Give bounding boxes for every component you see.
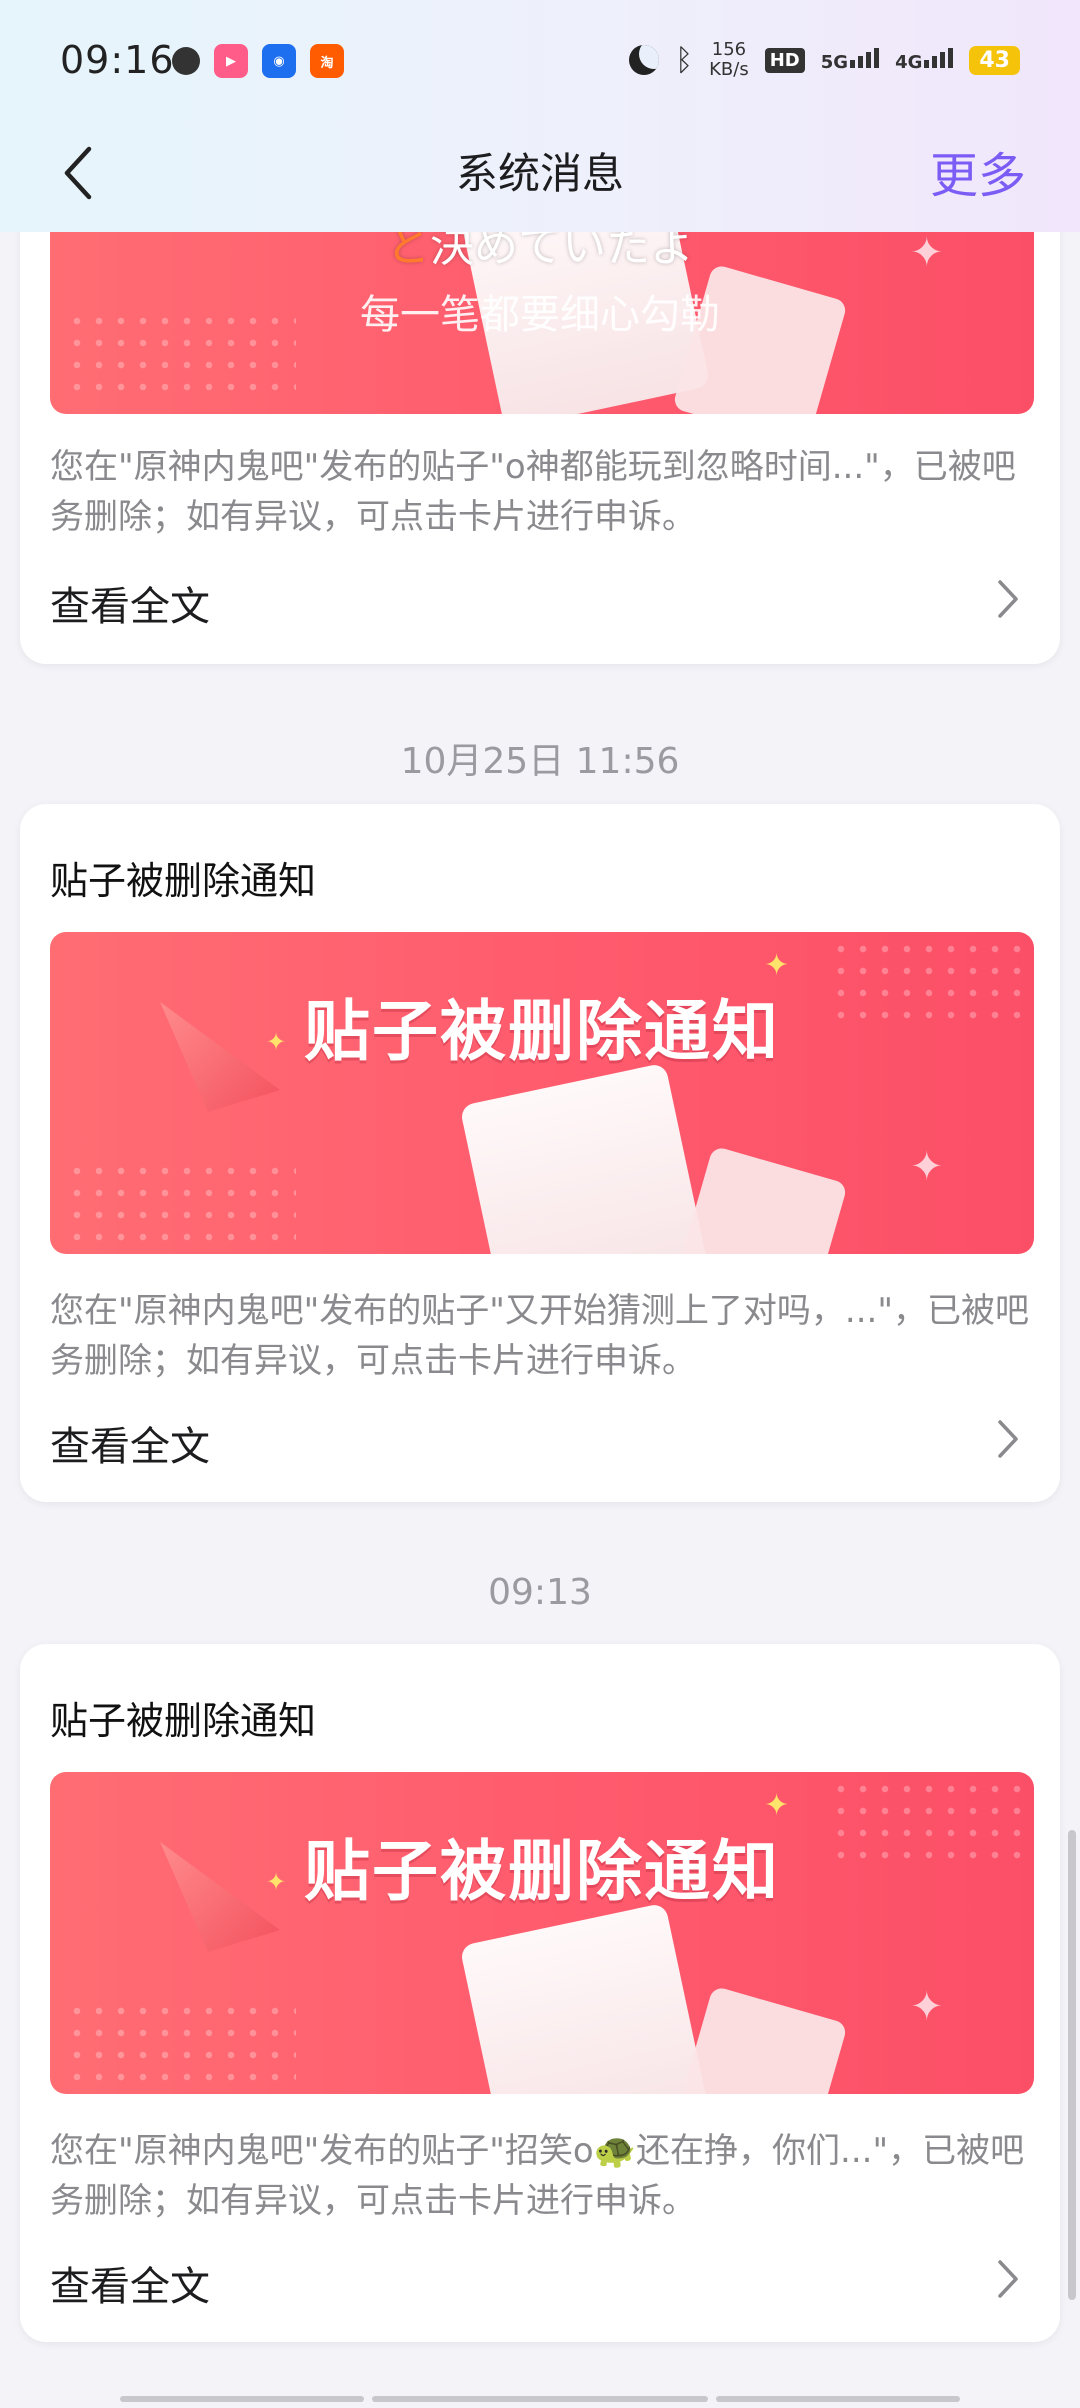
message-timestamp: 10月25日 11:56 — [400, 741, 680, 782]
signal-5g-icon: 5G — [821, 47, 880, 73]
signal-4g-icon: 4G — [895, 47, 954, 73]
sparkle-icon: ✦ — [910, 1984, 944, 2030]
banner-paper-decoration — [672, 1985, 848, 2094]
video-subtitle-line2: 每一笔都要细心勾勒 — [360, 292, 720, 338]
sparkle-icon: ✦ — [266, 1868, 287, 1896]
message-list: ✦ 您在"原神内鬼吧"发布的贴子"o神都能玩到忽略时间..."，已被吧务删除；如… — [0, 0, 1080, 2408]
top-bar: 09:16 ▶ ◉ 淘 ᛒ 156 KB/s HD 5G 4G 43 系统消息 … — [0, 0, 1080, 232]
banner-paper-decoration — [672, 1145, 848, 1254]
message-timestamp: 09:13 — [488, 1572, 592, 1613]
message-card[interactable]: 贴子被删除通知 贴子被删除通知 ✦ ✦ ✦ 您在"原神内鬼吧"发布的贴子"又开始… — [20, 804, 1060, 1502]
banner-dots — [66, 1160, 296, 1250]
banner-paper-decoration — [459, 1902, 711, 2094]
do-not-disturb-icon — [629, 45, 660, 75]
view-all-link[interactable]: 查看全文 — [50, 2254, 210, 2312]
bottom-indicator — [716, 2396, 960, 2402]
more-button[interactable]: 更多 — [930, 136, 1026, 206]
message-description: 您在"原神内鬼吧"发布的贴子"o神都能玩到忽略时间..."，已被吧务删除；如有异… — [50, 447, 1016, 537]
scrollbar[interactable] — [1068, 1830, 1076, 2300]
sparkle-icon: ✦ — [764, 1788, 790, 1823]
view-all-link[interactable]: 查看全文 — [50, 1414, 210, 1472]
chevron-right-icon — [998, 1420, 1018, 1458]
sparkle-icon: ✦ — [266, 1028, 287, 1056]
battery-indicator: 43 — [969, 45, 1020, 75]
bottom-indicator — [372, 2396, 708, 2402]
chat-app-icon: ◉ — [262, 44, 296, 78]
system-icons: ᛒ 156 KB/s HD 5G 4G 43 — [629, 40, 1020, 80]
page-title: 系统消息 — [455, 149, 624, 198]
message-card[interactable]: 贴子被删除通知 贴子被删除通知 ✦ ✦ ✦ 您在"原神内鬼吧"发布的贴子"招笑o… — [20, 1644, 1060, 2342]
chevron-right-icon — [998, 580, 1018, 618]
sparkle-icon: ✦ — [910, 1144, 944, 1190]
banner-dots — [66, 2000, 296, 2090]
globe-icon — [172, 47, 200, 75]
bottom-indicator — [120, 2396, 364, 2402]
bluetooth-icon: ᛒ — [675, 42, 694, 78]
message-title: 贴子被删除通知 — [50, 1699, 317, 1743]
notification-icons: ▶ ◉ 淘 — [172, 44, 344, 78]
chevron-right-icon — [998, 2260, 1018, 2298]
notification-banner: 贴子被删除通知 ✦ ✦ ✦ — [50, 932, 1034, 1254]
view-all-link[interactable]: 查看全文 — [50, 574, 210, 632]
hd-voice-icon: HD — [764, 47, 805, 73]
message-description: 您在"原神内鬼吧"发布的贴子"招笑o🐢还在挣，你们..."，已被吧务删除；如有异… — [50, 2131, 1025, 2221]
nav-bar: 系统消息 更多 — [0, 126, 1080, 232]
message-description: 您在"原神内鬼吧"发布的贴子"又开始猜测上了对吗，..."，已被吧务删除；如有异… — [50, 1291, 1029, 1381]
status-time: 09:16 — [60, 38, 175, 82]
taobao-app-icon: 淘 — [310, 44, 344, 78]
banner-title: 贴子被删除通知 — [304, 993, 780, 1070]
banner-title: 贴子被删除通知 — [304, 1833, 780, 1910]
sparkle-icon: ✦ — [764, 948, 790, 983]
status-bar: 09:16 ▶ ◉ 淘 ᛒ 156 KB/s HD 5G 4G 43 — [0, 0, 1080, 126]
notification-banner: 贴子被删除通知 ✦ ✦ ✦ — [50, 1772, 1034, 2094]
message-title: 贴子被删除通知 — [50, 859, 317, 903]
banner-paper-decoration — [459, 1062, 711, 1254]
network-speed: 156 KB/s — [709, 39, 749, 80]
bilibili-app-icon: ▶ — [214, 44, 248, 78]
